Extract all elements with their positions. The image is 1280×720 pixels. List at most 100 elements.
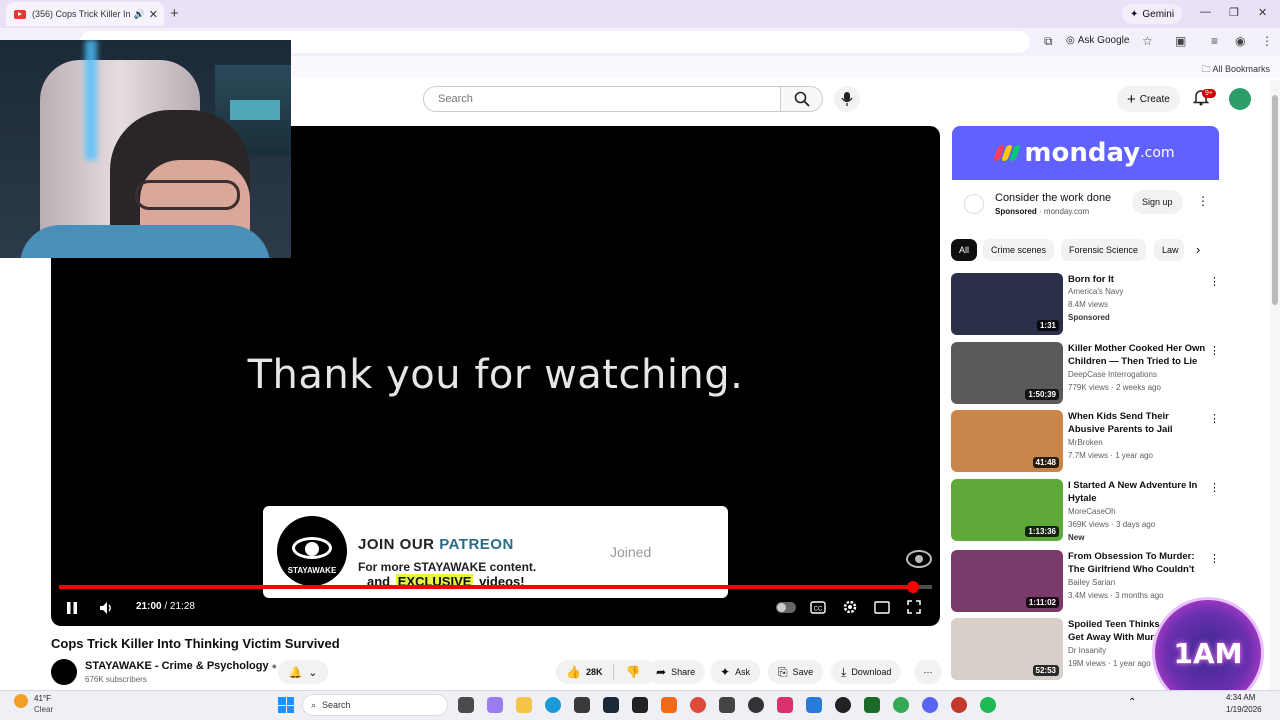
share-button[interactable]: ➦ Share	[646, 660, 706, 684]
channel-name[interactable]: MrBroken	[1068, 438, 1103, 447]
video-thumbnail[interactable]: 1:11:02	[951, 550, 1063, 612]
chip-all[interactable]: All	[951, 239, 978, 261]
menu-icon[interactable]: ⋮	[1261, 34, 1273, 48]
recommendation-item[interactable]: 1:50:39 Killer Mother Cooked Her Own Chil…	[951, 342, 1220, 404]
restore-icon[interactable]: ❐	[1229, 6, 1239, 19]
tray-chevron-icon[interactable]: ⌃	[1128, 697, 1136, 708]
settings-gear-icon[interactable]	[842, 599, 858, 615]
video-title[interactable]: Born for It	[1068, 273, 1208, 286]
patreon-joined[interactable]: Joined	[610, 544, 651, 560]
tab-youtube[interactable]: (356) Cops Trick Killer Into Thinking Vi…	[6, 2, 164, 26]
all-bookmarks-button[interactable]: 🗀 All Bookmarks	[1201, 62, 1270, 78]
app-icon-pink[interactable]	[777, 697, 793, 713]
save-button[interactable]: ⎘ Save	[768, 660, 824, 684]
channel-avatar[interactable]	[51, 659, 77, 685]
channel-name[interactable]: Dr Insanity	[1068, 646, 1106, 655]
profile-icon[interactable]: ◉	[1235, 34, 1245, 48]
subscription-bell-button[interactable]: 🔔 ⌄	[278, 660, 328, 684]
chip-forensic-science[interactable]: Forensic Science	[1061, 239, 1147, 261]
more-icon[interactable]: ⋮	[1209, 552, 1220, 565]
edge-icon[interactable]	[545, 697, 561, 713]
settings-app-icon[interactable]	[806, 697, 822, 713]
chip-crime-scenes[interactable]: Crime scenes	[983, 239, 1055, 261]
windows-start-icon[interactable]	[278, 697, 294, 713]
obs-icon[interactable]	[748, 697, 764, 713]
ask-button[interactable]: ✦ Ask	[710, 660, 761, 684]
spotify-icon[interactable]	[980, 697, 996, 713]
app-icon-nvidia[interactable]	[864, 697, 880, 713]
app-icon-g[interactable]	[835, 697, 851, 713]
download-button[interactable]: ⤓ Download	[831, 660, 902, 684]
ad-more-icon[interactable]: ⋮	[1197, 194, 1209, 208]
more-icon[interactable]: ⋮	[1209, 481, 1220, 494]
theater-mode-icon[interactable]	[874, 601, 890, 614]
app-icon-red[interactable]	[951, 697, 967, 713]
recommendation-item[interactable]: 41:48 When Kids Send Their Abusive Parent…	[951, 410, 1220, 472]
weather-icon[interactable]	[14, 694, 28, 708]
file-explorer-icon[interactable]	[516, 697, 532, 713]
autoplay-toggle[interactable]	[776, 602, 796, 613]
new-tab-button[interactable]: +	[170, 5, 179, 22]
media-icon[interactable]: ≡	[1211, 34, 1218, 48]
epic-games-icon[interactable]	[632, 697, 648, 713]
more-icon[interactable]: ⋮	[1209, 275, 1220, 288]
ad-banner[interactable]: monday .com	[952, 126, 1219, 180]
ad-signup-button[interactable]: Sign up	[1132, 190, 1183, 214]
speaker-icon[interactable]: 🔊	[134, 9, 145, 20]
minimize-icon[interactable]: —	[1200, 6, 1211, 18]
video-title[interactable]: When Kids Send Their Abusive Parents to …	[1068, 410, 1208, 436]
channel-name[interactable]: STAYAWAKE - Crime & Psychology ●	[85, 660, 277, 672]
fullscreen-icon[interactable]	[907, 600, 921, 614]
chrome-active-icon[interactable]	[893, 697, 909, 713]
search-button[interactable]	[781, 86, 823, 112]
recommendation-item[interactable]: 1:11:02 From Obsession To Murder: The Gir…	[951, 550, 1220, 612]
video-title[interactable]: Killer Mother Cooked Her Own Children — …	[1068, 342, 1208, 368]
volume-icon[interactable]	[99, 601, 113, 615]
channel-name[interactable]: MoreCaseOh	[1068, 507, 1116, 516]
taskbar-search[interactable]: ⌕ Search	[302, 694, 448, 716]
chevron-right-icon[interactable]: ›	[1196, 242, 1200, 257]
app-icon-cube[interactable]	[719, 697, 735, 713]
store-icon[interactable]	[574, 697, 590, 713]
voice-search-button[interactable]	[834, 86, 860, 112]
more-actions-button[interactable]: ⋯	[914, 660, 942, 684]
video-thumbnail[interactable]: 41:48	[951, 410, 1063, 472]
chip-law[interactable]: Law	[1154, 239, 1184, 261]
create-button[interactable]: + Create	[1117, 86, 1180, 112]
close-tab-icon[interactable]: ✕	[149, 8, 158, 21]
gemini-button[interactable]: ✦ Gemini	[1122, 4, 1183, 24]
search-input[interactable]	[423, 86, 781, 112]
more-icon[interactable]: ⋮	[1209, 412, 1220, 425]
scrollbar-thumb[interactable]	[1272, 95, 1278, 305]
captions-icon[interactable]: CC	[810, 601, 826, 614]
channel-name[interactable]: Bailey Sarian	[1068, 578, 1115, 587]
video-thumbnail[interactable]: 1:50:39	[951, 342, 1063, 404]
video-title[interactable]: From Obsession To Murder: The Girlfriend…	[1068, 550, 1208, 576]
sidebar-ad[interactable]: monday .com Consider the work done Sponso…	[952, 126, 1219, 226]
install-icon[interactable]: ⧉	[1044, 34, 1053, 49]
scrubber-handle[interactable]	[906, 581, 919, 593]
bookmark-star-icon[interactable]: ☆	[1142, 34, 1153, 48]
like-button[interactable]: 👍 28K	[566, 665, 602, 679]
recommendation-item[interactable]: 1:13:36 I Started A New Adventure In Hyta…	[951, 479, 1220, 542]
video-thumbnail[interactable]: 52:53	[951, 618, 1063, 680]
recommendation-item[interactable]: 1:31 Born for It America's Navy 8.4M views S…	[951, 273, 1220, 335]
video-thumbnail[interactable]: 1:13:36	[951, 479, 1063, 541]
video-title[interactable]: I Started A New Adventure In Hytale	[1068, 479, 1208, 505]
watermark-icon[interactable]	[906, 550, 932, 568]
channel-name[interactable]: DeepCase Interrogations	[1068, 370, 1157, 379]
copilot-icon[interactable]	[487, 697, 503, 713]
sidepanel-icon[interactable]: ▣	[1175, 34, 1186, 48]
ask-google-button[interactable]: ◎ Ask Google	[1066, 35, 1129, 46]
more-icon[interactable]: ⋮	[1209, 344, 1220, 357]
discord-icon[interactable]	[922, 697, 938, 713]
account-avatar[interactable]	[1229, 88, 1251, 110]
video-thumbnail[interactable]: 1:31	[951, 273, 1063, 335]
progress-bar[interactable]	[59, 581, 932, 593]
channel-name[interactable]: America's Navy	[1068, 287, 1123, 296]
steam-icon[interactable]	[603, 697, 619, 713]
pause-icon[interactable]	[66, 601, 78, 615]
task-view-icon[interactable]	[458, 697, 474, 713]
origin-icon[interactable]	[661, 697, 677, 713]
thumbs-down-icon[interactable]: 👎	[625, 665, 640, 679]
